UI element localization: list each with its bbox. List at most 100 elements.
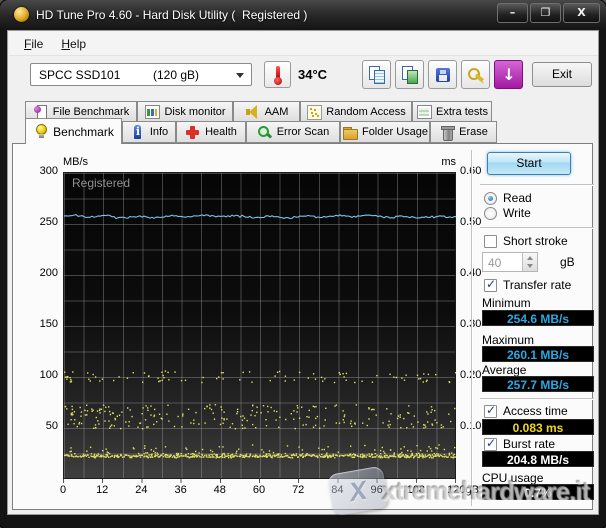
tab-extra-tests[interactable]: Extra tests <box>412 101 492 122</box>
update-download-icon <box>500 66 518 84</box>
window-controls: – ❐ X <box>497 3 600 23</box>
write-radio[interactable] <box>484 207 497 220</box>
app-icon <box>14 7 29 22</box>
x-axis-tick: 12 <box>82 484 122 496</box>
average-label: Average <box>482 363 526 377</box>
transfer-rate-line <box>64 215 456 219</box>
disk-monitor-icon <box>144 104 159 119</box>
tab-label: Benchmark <box>53 125 114 139</box>
burst-rate-value: 204.8 MB/s <box>482 451 594 467</box>
maximum-label: Maximum <box>482 333 534 347</box>
chevron-down-icon <box>236 73 244 78</box>
lightbulb-icon <box>33 124 48 139</box>
x-axis-tick: 24 <box>121 484 161 496</box>
read-label: Read <box>503 191 532 205</box>
x-axis-tick: 36 <box>161 484 201 496</box>
exit-button[interactable]: Exit <box>532 62 592 87</box>
x-axis-tick: 48 <box>200 484 240 496</box>
read-radio[interactable] <box>484 192 497 205</box>
registered-watermark: Registered <box>72 176 130 190</box>
left-axis-tick: 250 <box>26 216 58 228</box>
tab-label: Disk monitor <box>164 106 225 118</box>
left-axis-unit: MB/s <box>63 156 88 168</box>
options-key-icon <box>467 66 485 84</box>
tab-health[interactable]: Health <box>176 121 246 143</box>
copy-image-button[interactable] <box>395 60 424 89</box>
tab-label: Folder Usage <box>362 126 428 138</box>
drive-capacity: (120 gB) <box>153 68 199 82</box>
left-axis-tick: 50 <box>26 420 58 432</box>
burst-rate-checkbox[interactable] <box>484 438 497 451</box>
hd-tune-window: HD Tune Pro 4.60 - Hard Disk Utility ( R… <box>0 0 606 528</box>
close-button[interactable]: X <box>563 3 600 23</box>
tab-error-scan[interactable]: Error Scan <box>246 121 340 143</box>
menu-help[interactable]: Help <box>52 32 95 55</box>
tab-benchmark[interactable]: Benchmark <box>25 118 122 144</box>
window-title: HD Tune Pro 4.60 - Hard Disk Utility ( R… <box>36 8 307 22</box>
tab-label: Error Scan <box>277 126 330 138</box>
tab-aam[interactable]: AAM <box>233 101 300 122</box>
right-axis-unit: ms <box>430 156 456 168</box>
spinner-arrows-icon[interactable] <box>522 253 537 271</box>
tab-folder-usage[interactable]: Folder Usage <box>340 121 430 143</box>
x-axis-tick: 84 <box>317 484 357 496</box>
copy-button[interactable] <box>362 60 391 89</box>
maximize-button[interactable]: ❐ <box>530 3 561 23</box>
short-stroke-checkbox[interactable] <box>484 235 497 248</box>
speaker-icon <box>245 104 260 119</box>
cpu-usage-label: CPU usage <box>482 471 543 485</box>
x-axis-tick: 96 <box>357 484 397 496</box>
info-icon <box>130 125 145 140</box>
access-time-value: 0.083 ms <box>482 419 594 435</box>
drive-selector[interactable]: SPCC SSD101 (120 gB) <box>30 63 252 86</box>
chart-canvas <box>64 173 456 479</box>
titlebar: HD Tune Pro 4.60 - Hard Disk Utility ( R… <box>0 0 606 30</box>
access-time-label: Access time <box>503 404 568 418</box>
tab-label: Random Access <box>326 106 405 118</box>
menu-file[interactable]: File <box>15 32 52 55</box>
left-axis-tick: 100 <box>26 369 58 381</box>
separator <box>480 227 594 229</box>
transfer-rate-checkbox[interactable] <box>484 279 497 292</box>
update-download-button[interactable] <box>494 60 523 89</box>
cpu-usage-value: 0.7% <box>482 484 594 500</box>
tab-label: Health <box>205 126 237 138</box>
save-button[interactable] <box>428 60 457 89</box>
transfer-rate-label: Transfer rate <box>503 278 571 292</box>
copy-image-icon <box>401 66 419 84</box>
toolbar-buttons <box>362 60 523 89</box>
left-axis-tick: 300 <box>26 165 58 177</box>
magnifier-icon <box>257 125 272 140</box>
short-stroke-size-spinner[interactable]: 40 <box>482 252 538 272</box>
folder-icon <box>342 125 357 140</box>
thermometer-icon <box>276 66 280 79</box>
tab-random-access[interactable]: Random Access <box>300 101 412 122</box>
burst-rate-label: Burst rate <box>503 437 555 451</box>
x-axis-tick: 72 <box>278 484 318 496</box>
options-key-button[interactable] <box>461 60 490 89</box>
x-axis-tick: 108 <box>396 484 436 496</box>
write-label: Write <box>503 206 531 220</box>
tab-label: Info <box>150 126 168 138</box>
tab-label: Erase <box>459 126 488 138</box>
tab-erase[interactable]: Erase <box>430 121 497 143</box>
start-button[interactable]: Start <box>487 152 571 175</box>
menubar: FileHelp <box>9 32 598 56</box>
short-stroke-size-value: 40 <box>488 256 501 270</box>
drive-name: SPCC SSD101 <box>39 68 120 82</box>
minimize-button[interactable]: – <box>497 3 528 23</box>
tab-disk-monitor[interactable]: Disk monitor <box>137 101 233 122</box>
access-time-checkbox[interactable] <box>484 405 497 418</box>
tab-label: File Benchmark <box>53 106 129 118</box>
separator <box>480 398 594 400</box>
x-axis-tick: 120gB <box>443 484 483 496</box>
separator <box>480 184 594 186</box>
temperature-value: 34°C <box>298 67 327 82</box>
tab-info[interactable]: Info <box>122 121 176 143</box>
temperature-button[interactable] <box>264 61 291 88</box>
tab-label: AAM <box>265 106 289 118</box>
x-axis-tick: 0 <box>43 484 83 496</box>
save-icon <box>434 66 452 84</box>
maximum-value: 260.1 MB/s <box>482 346 594 362</box>
trash-icon <box>439 125 454 140</box>
